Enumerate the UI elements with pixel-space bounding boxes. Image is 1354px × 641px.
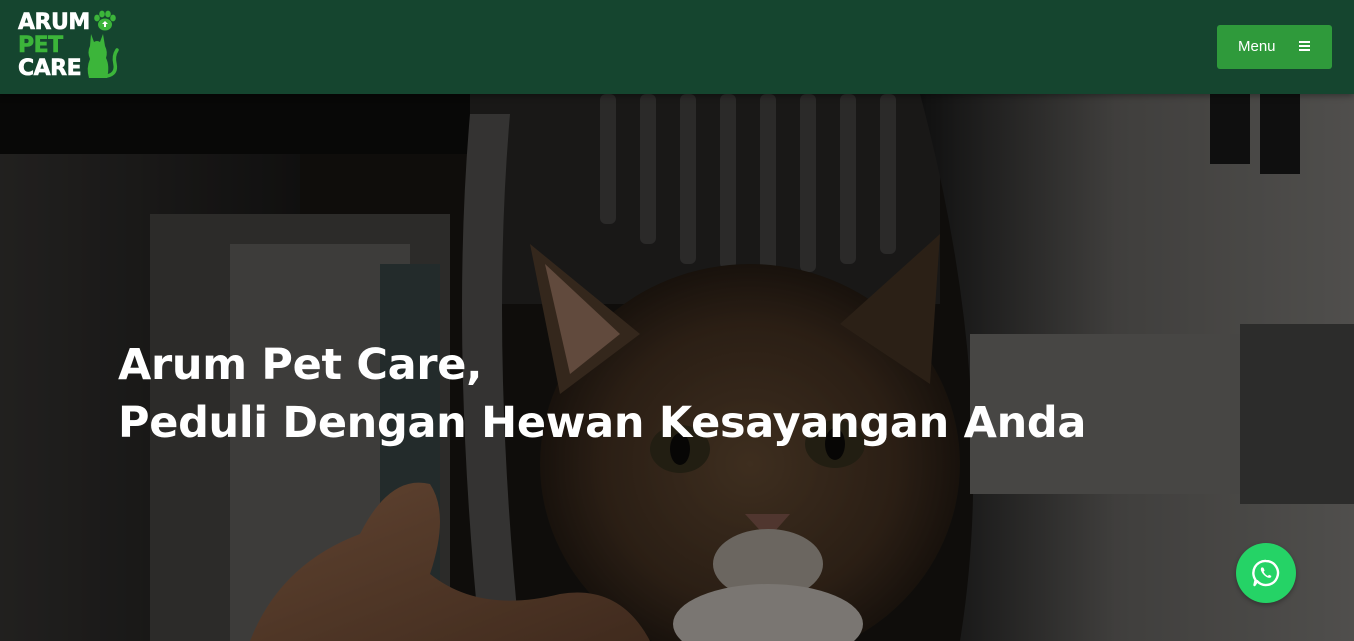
brand-text-care: CARE xyxy=(18,56,82,81)
hero-section: Arum Pet Care, Peduli Dengan Hewan Kesay… xyxy=(0,94,1354,641)
hero-headline-line2: Peduli Dengan Hewan Kesayangan Anda xyxy=(118,398,1087,448)
page: ARUM PET CARE Menu Arum Pet Care, Peduli… xyxy=(0,0,1354,641)
menu-button[interactable]: Menu xyxy=(1217,25,1332,69)
brand-text-pet: PET xyxy=(18,33,64,58)
hero-headline: Arum Pet Care, Peduli Dengan Hewan Kesay… xyxy=(118,336,1086,452)
hamburger-icon xyxy=(1299,41,1310,51)
cat-silhouette-icon xyxy=(87,34,119,78)
hero-headline-line1: Arum Pet Care, xyxy=(118,340,483,390)
whatsapp-icon xyxy=(1252,559,1280,587)
menu-button-label: Menu xyxy=(1238,38,1276,55)
navbar: ARUM PET CARE Menu xyxy=(0,0,1354,94)
brand-logo[interactable]: ARUM PET CARE xyxy=(17,10,121,84)
whatsapp-button[interactable] xyxy=(1236,543,1296,603)
